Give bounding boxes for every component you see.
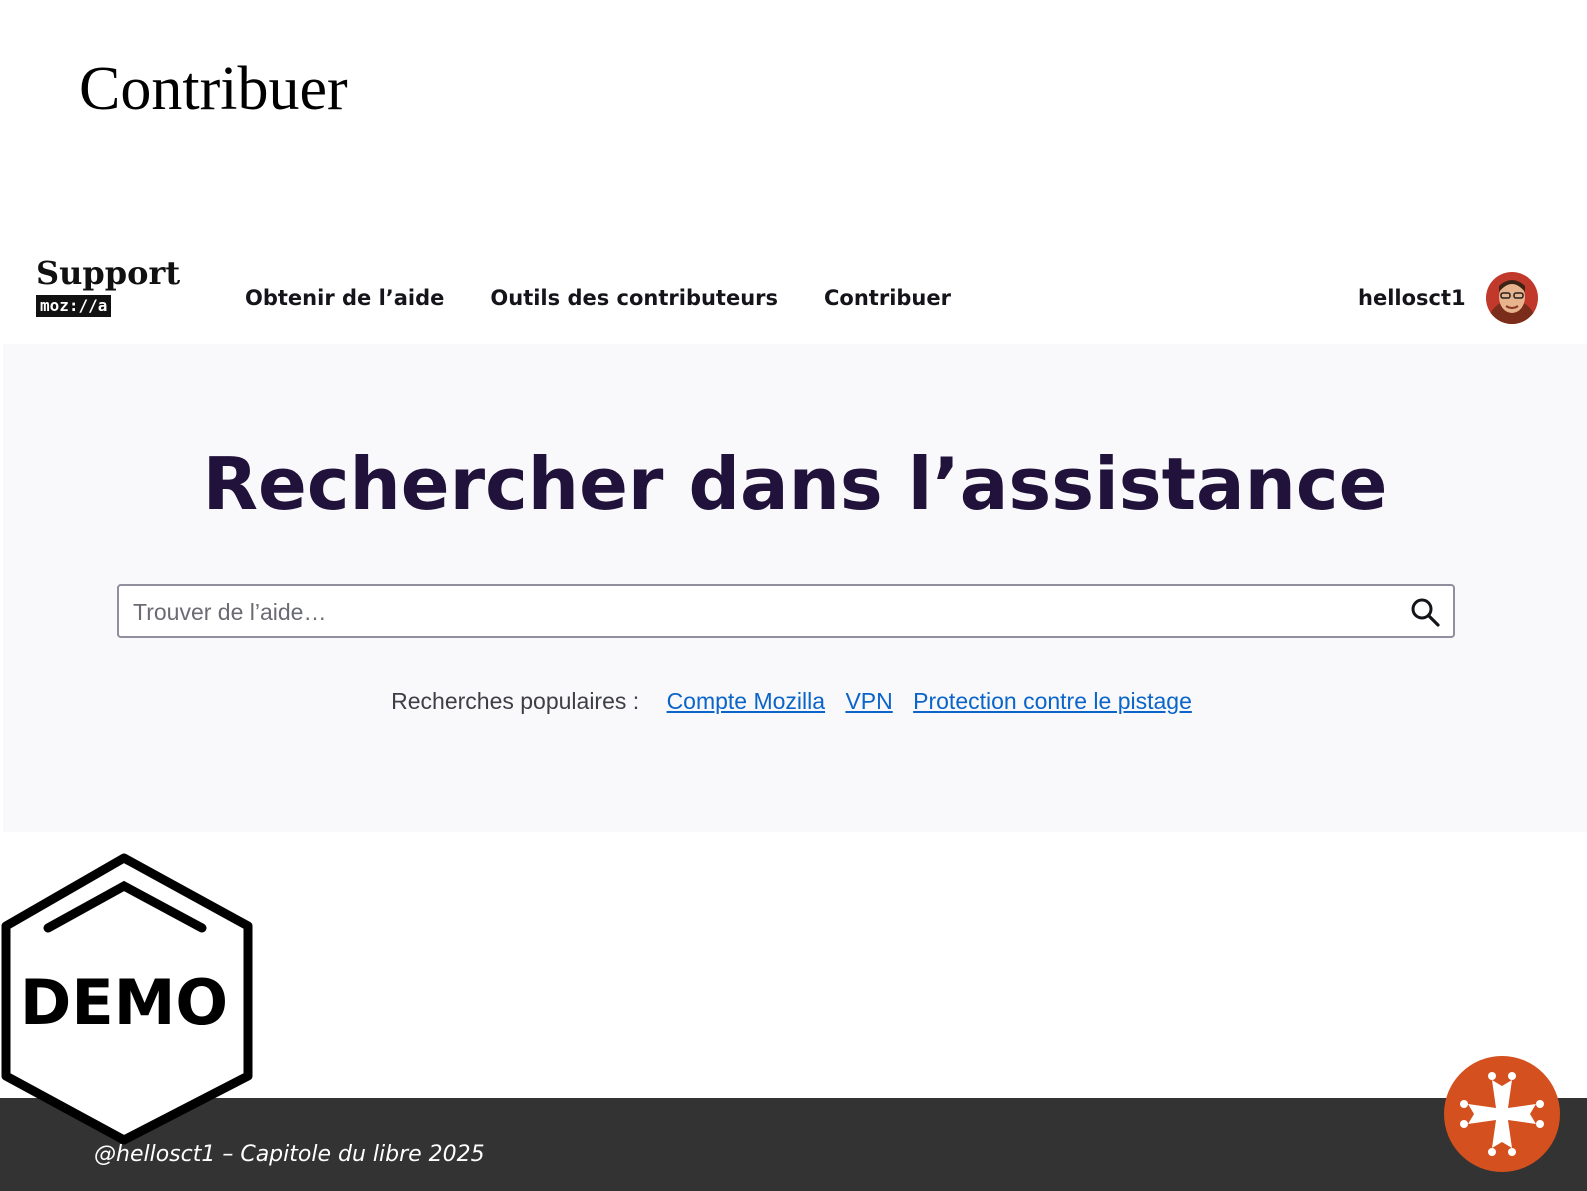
search-box <box>117 584 1455 638</box>
popular-link-mozilla-account[interactable]: Compte Mozilla <box>667 688 826 714</box>
nav-item-contributor-tools[interactable]: Outils des contributeurs <box>490 286 778 310</box>
site-header: Support moz://a Obtenir de l’aide Outils… <box>3 248 1587 345</box>
support-site-screenshot: Support moz://a Obtenir de l’aide Outils… <box>3 248 1587 832</box>
search-hero: Rechercher dans l’assistance Recherches … <box>3 344 1587 832</box>
search-icon[interactable] <box>1409 596 1441 628</box>
user-avatar[interactable] <box>1486 272 1538 324</box>
nav-item-get-help[interactable]: Obtenir de l’aide <box>245 286 444 310</box>
occitan-cross-icon <box>1444 1056 1560 1172</box>
popular-link-tracking-protection[interactable]: Protection contre le pistage <box>913 688 1192 714</box>
hero-title: Rechercher dans l’assistance <box>202 442 1388 526</box>
username[interactable]: hellosct1 <box>1358 286 1466 310</box>
main-nav: Obtenir de l’aide Outils des contributeu… <box>245 286 951 310</box>
popular-link-vpn[interactable]: VPN <box>845 688 892 714</box>
nav-item-contribute[interactable]: Contribuer <box>824 286 951 310</box>
support-mozilla-logo[interactable]: Support moz://a <box>36 254 186 324</box>
search-input[interactable] <box>131 586 1395 638</box>
logo-word: Support <box>36 254 181 292</box>
slide-title: Contribuer <box>79 55 348 123</box>
logo-badge: moz://a <box>36 295 112 317</box>
popular-searches: Recherches populaires : Compte Mozilla V… <box>3 688 1587 715</box>
demo-badge: DEMO <box>1 853 253 1145</box>
popular-searches-label: Recherches populaires : <box>391 688 640 714</box>
demo-label: DEMO <box>20 966 228 1039</box>
